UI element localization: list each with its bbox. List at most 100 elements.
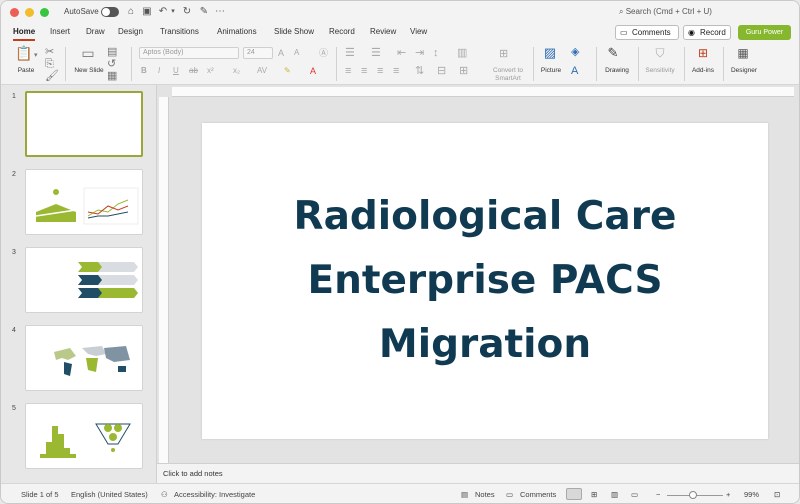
strikethrough-icon[interactable]: ab (189, 65, 198, 77)
slide-title[interactable]: Radiological Care Enterprise PACS Migrat… (202, 185, 768, 377)
normal-view-icon[interactable] (566, 488, 582, 500)
notes-pane[interactable]: Click to add notes (157, 463, 799, 483)
funnel-circle (109, 433, 117, 441)
language-status[interactable]: English (United States) (71, 490, 148, 499)
guru-power-button[interactable]: Guru Power (738, 25, 791, 40)
columns-icon[interactable]: ▥ (457, 47, 467, 59)
slide-sorter-icon[interactable]: ⊞ (591, 490, 597, 499)
cut-icon[interactable]: ✂ (45, 46, 54, 58)
slide-thumbnail-2[interactable] (25, 169, 143, 235)
clear-format-icon[interactable]: Ⓐ (319, 47, 328, 59)
mini-chart-frame (83, 187, 139, 225)
more-icon[interactable]: ⋯ (214, 6, 226, 18)
comments-status-button[interactable]: Comments (520, 490, 556, 499)
record-button[interactable]: ◉ Record (683, 25, 731, 40)
justify-icon[interactable]: ≡ (393, 65, 399, 77)
align-text-icon[interactable]: ⊟ (437, 65, 446, 77)
decrease-font-icon[interactable]: A (294, 47, 299, 59)
undo-dropdown-icon[interactable]: ▾ (167, 6, 179, 18)
tab-transitions[interactable]: Transitions (160, 27, 199, 36)
layout-icon[interactable]: ▤ (107, 46, 117, 58)
reset-icon[interactable]: ↺ (107, 58, 116, 70)
superscript-icon[interactable]: x₂ (233, 65, 240, 77)
fit-slide-icon[interactable]: ⊡ (774, 490, 780, 499)
autosave-toggle[interactable] (101, 7, 119, 17)
picture-icon[interactable]: ▨ (541, 46, 559, 59)
font-name-select[interactable]: Aptos (Body) (139, 47, 239, 59)
search-field[interactable]: ⌕ Search (Cmd + Ctrl + U) (619, 7, 712, 17)
font-color-icon[interactable]: A (310, 65, 316, 77)
slide-thumbnail-3[interactable] (25, 247, 143, 313)
addins-icon[interactable]: ⊞ (695, 47, 711, 59)
align-right-icon[interactable]: ≡ (377, 65, 383, 77)
text-direction-icon[interactable]: ⇅ (415, 65, 424, 77)
home-icon[interactable]: ⌂ (125, 6, 137, 18)
redo-icon[interactable]: ↻ (181, 6, 193, 18)
highlight-icon[interactable]: ✎ (284, 65, 291, 77)
italic-icon[interactable]: I (158, 65, 160, 77)
tab-record[interactable]: Record (329, 27, 355, 36)
slide-thumbnail-1[interactable] (25, 91, 143, 157)
accessibility-status[interactable]: Accessibility: Investigate (174, 490, 255, 499)
underline-icon[interactable]: U (173, 65, 179, 77)
paste-dropdown-icon[interactable]: ▾ (34, 50, 38, 62)
slideshow-view-icon[interactable]: ▭ (631, 490, 638, 499)
zoom-level[interactable]: 99% (744, 490, 759, 499)
drawing-icon[interactable]: ✎ (604, 46, 622, 59)
tab-slide-show[interactable]: Slide Show (274, 27, 314, 36)
format-painter-icon[interactable]: 🖌 (45, 70, 59, 82)
char-spacing-icon[interactable]: AV (257, 65, 267, 77)
tab-review[interactable]: Review (370, 27, 396, 36)
arrow-shape (98, 262, 138, 272)
indent-increase-icon[interactable]: ⇥ (415, 47, 424, 59)
tab-draw[interactable]: Draw (86, 27, 105, 36)
arrows-preview (78, 262, 138, 298)
sensitivity-icon[interactable]: ⛉ (652, 47, 668, 59)
tab-home[interactable]: Home (13, 27, 36, 41)
edit-icon[interactable]: ✎ (198, 6, 210, 18)
notes-button[interactable]: Notes (475, 490, 495, 499)
bold-icon[interactable]: B (141, 65, 147, 77)
section-icon[interactable]: ▦ (107, 70, 117, 82)
designer-icon[interactable]: ▦ (735, 47, 751, 59)
world-map-preview (54, 346, 130, 376)
slide-number: 1 (12, 93, 16, 100)
slide-thumbnail-5[interactable] (25, 403, 143, 469)
tab-design[interactable]: Design (118, 27, 143, 36)
align-left-icon[interactable]: ≡ (345, 65, 351, 77)
save-icon[interactable]: ▣ (141, 6, 153, 18)
reading-view-icon[interactable]: ▥ (611, 490, 618, 499)
tab-animations[interactable]: Animations (217, 27, 257, 36)
slide-title-line-2: Enterprise PACS (307, 258, 663, 303)
current-slide[interactable]: Radiological Care Enterprise PACS Migrat… (202, 123, 768, 439)
line-spacing-icon[interactable]: ↕ (433, 47, 439, 59)
slide-thumbnail-4[interactable] (25, 325, 143, 391)
tab-insert[interactable]: Insert (50, 27, 70, 36)
minimize-window-button[interactable] (25, 8, 34, 17)
bullets-icon[interactable]: ☰ (345, 47, 355, 59)
status-bar: Slide 1 of 5 English (United States) ⚇ A… (1, 483, 799, 503)
paste-icon[interactable]: 📋 (15, 46, 32, 60)
zoom-slider-thumb[interactable] (689, 491, 697, 499)
tab-view[interactable]: View (410, 27, 427, 36)
subscript-icon[interactable]: x² (207, 65, 214, 77)
divider (336, 47, 337, 81)
numbering-icon[interactable]: ☰ (371, 47, 381, 59)
zoom-in-icon[interactable]: + (726, 490, 730, 499)
font-size-select[interactable]: 24 (243, 47, 273, 59)
align-center-icon[interactable]: ≡ (361, 65, 367, 77)
textbox-icon[interactable]: A (571, 65, 578, 77)
smartart-small-icon[interactable]: ⊞ (459, 65, 468, 77)
zoom-out-icon[interactable]: − (656, 490, 660, 499)
shapes-icon[interactable]: ◈ (571, 46, 579, 58)
maximize-window-button[interactable] (40, 8, 49, 17)
increase-font-icon[interactable]: A (278, 47, 284, 59)
close-window-button[interactable] (10, 8, 19, 17)
copy-icon[interactable]: ⎘ (45, 58, 54, 70)
divider (131, 47, 132, 81)
indent-decrease-icon[interactable]: ⇤ (397, 47, 406, 59)
convert-smartart-icon[interactable]: ⊞ (499, 48, 508, 60)
new-slide-icon[interactable]: ▭ (79, 46, 97, 60)
comments-button[interactable]: ▭ Comments (615, 25, 679, 40)
new-slide-label: New Slide (74, 67, 104, 74)
